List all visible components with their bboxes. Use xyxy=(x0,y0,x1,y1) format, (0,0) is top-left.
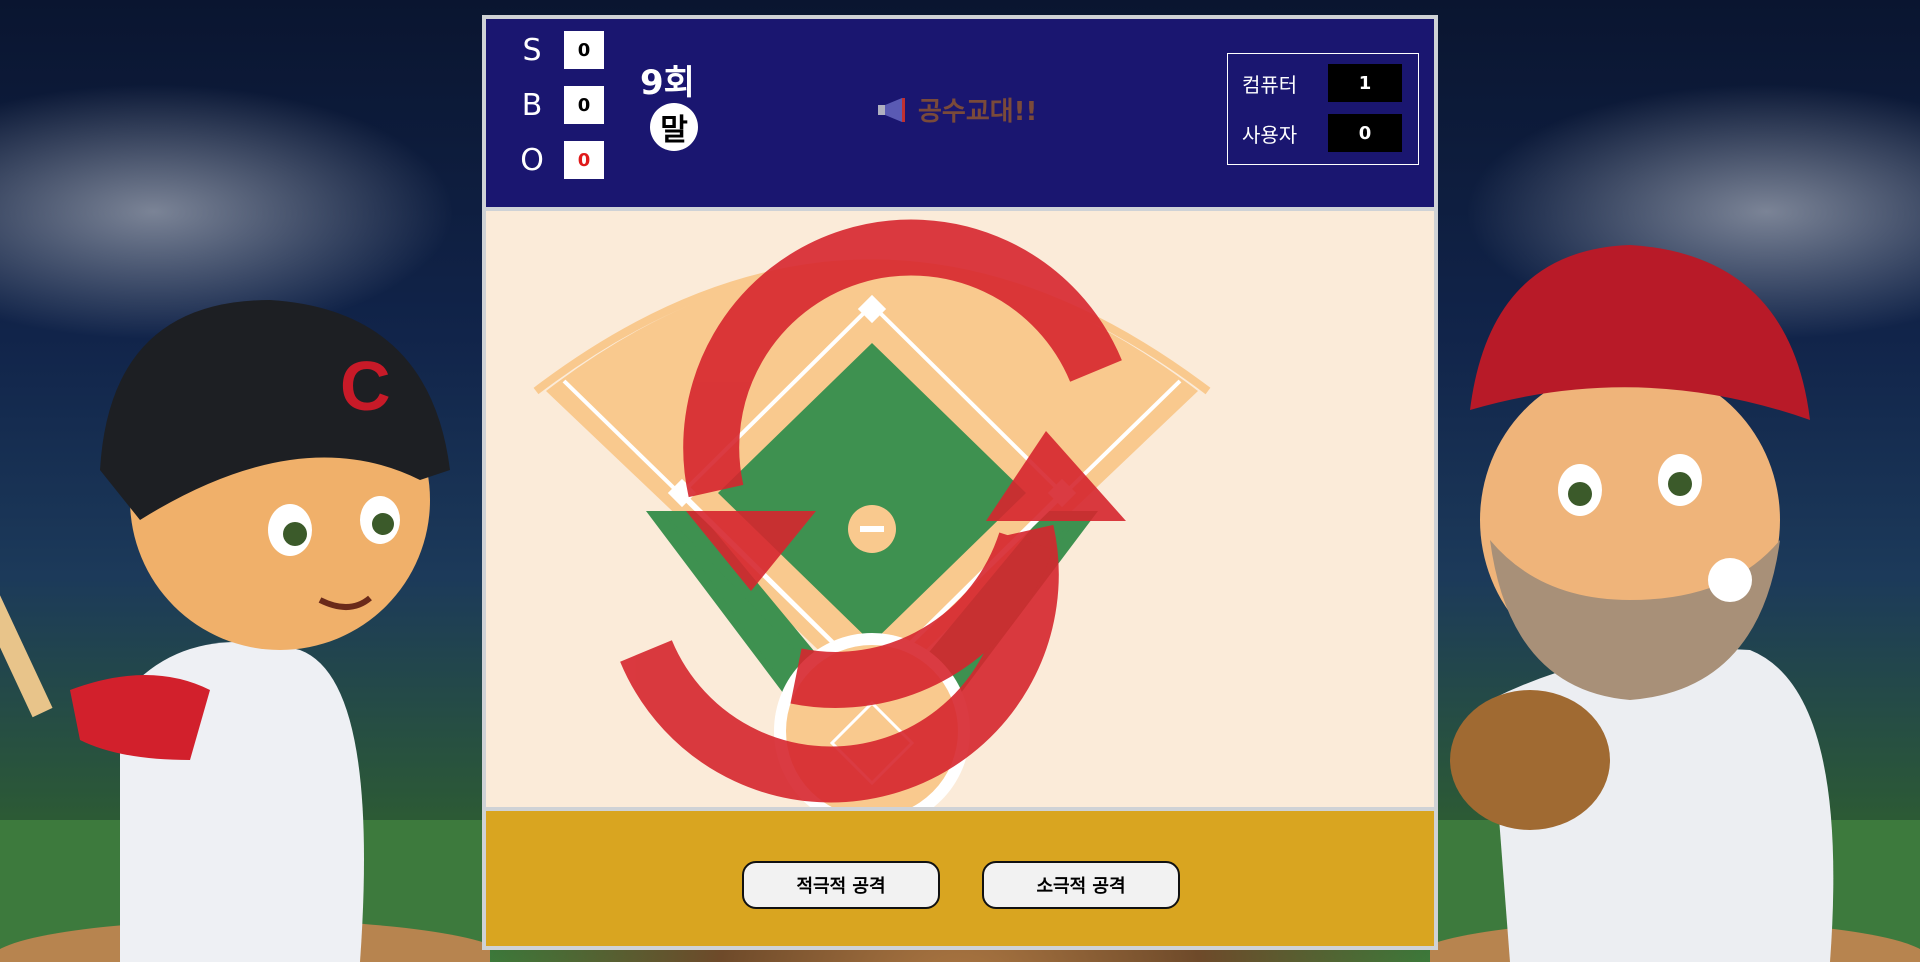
ball-label: B xyxy=(521,87,543,123)
team-row-computer: 컴퓨터 1 xyxy=(1242,64,1402,102)
batter-character-illustration: C xyxy=(0,300,490,962)
strike-value: 0 xyxy=(564,31,604,69)
scoreboard: S 0 B 0 O 0 9회 말 공수교대!! 컴퓨터 1 사용자 0 xyxy=(486,19,1434,207)
team-name: 사용자 xyxy=(1242,122,1298,147)
out-label: O xyxy=(520,142,544,178)
passive-attack-button[interactable]: 소극적 공격 xyxy=(982,861,1180,909)
inning-number: 9회 xyxy=(640,63,695,103)
team-row-user: 사용자 0 xyxy=(1242,114,1402,152)
baseball-field xyxy=(486,211,1434,807)
out-value: 0 xyxy=(564,141,604,179)
strike-label: S xyxy=(522,32,542,68)
team-score: 1 xyxy=(1328,64,1402,102)
team-score: 0 xyxy=(1328,114,1402,152)
announcement: 공수교대!! xyxy=(876,91,1037,128)
out-count: O 0 xyxy=(514,141,604,179)
strike-count: S 0 xyxy=(514,31,604,69)
ball-value: 0 xyxy=(564,86,604,124)
pitcher-character-illustration xyxy=(1430,245,1920,962)
megaphone-icon xyxy=(878,97,905,122)
aggressive-attack-button[interactable]: 적극적 공격 xyxy=(742,861,940,909)
announcement-text: 공수교대!! xyxy=(918,97,1038,127)
svg-text:C: C xyxy=(340,347,391,425)
team-score-panel: 컴퓨터 1 사용자 0 xyxy=(1227,53,1419,165)
team-name: 컴퓨터 xyxy=(1242,72,1298,97)
game-board: S 0 B 0 O 0 9회 말 공수교대!! 컴퓨터 1 사용자 0 적극적 … xyxy=(482,15,1438,950)
inning-half-badge: 말 xyxy=(650,103,698,151)
field-diagram xyxy=(533,219,1211,807)
action-bar: 적극적 공격 소극적 공격 xyxy=(486,811,1434,946)
ball-count: B 0 xyxy=(514,86,604,124)
